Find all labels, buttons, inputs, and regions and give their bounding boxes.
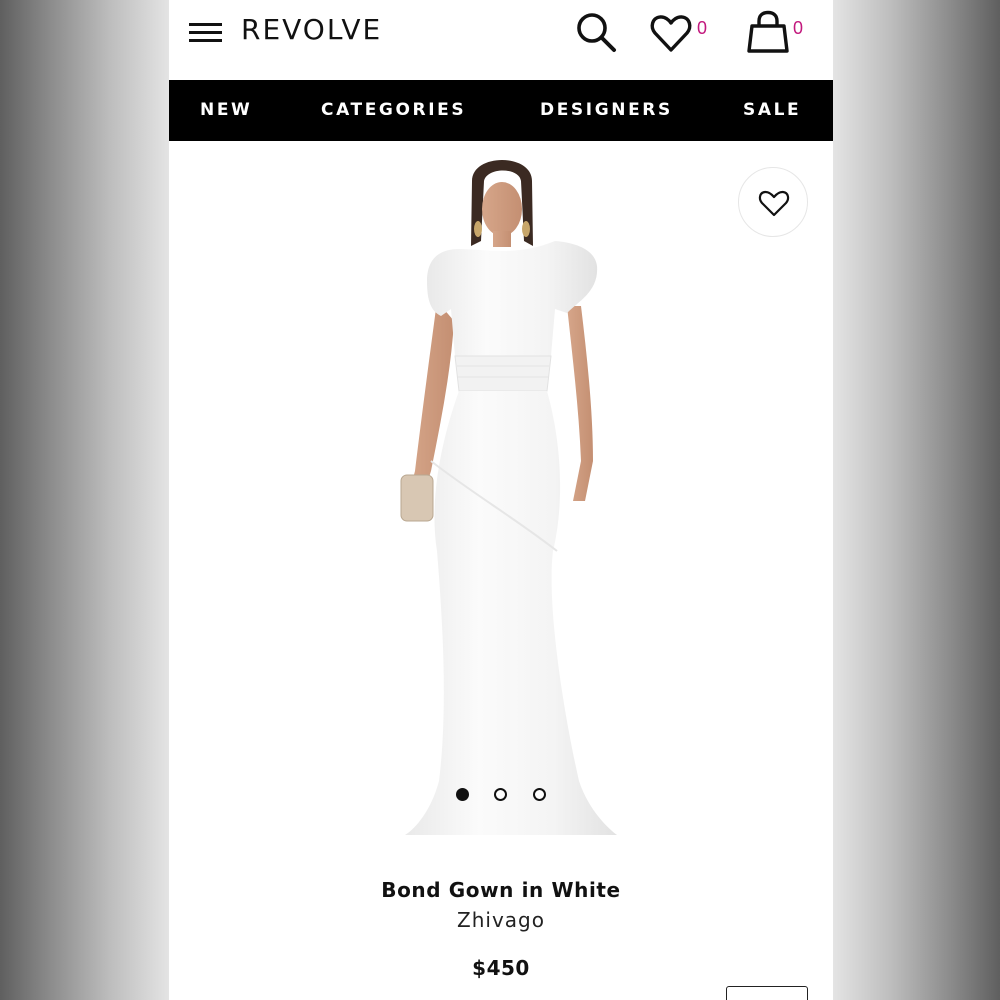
search-icon[interactable] — [574, 10, 618, 54]
model-in-white-gown-image — [400, 160, 617, 835]
bag-count: 0 — [793, 18, 804, 38]
product-designer-link[interactable]: Zhivago — [169, 908, 833, 932]
nav-item-new[interactable]: NEW — [200, 100, 252, 120]
top-header: REVOLVE 0 0 — [169, 0, 833, 80]
size-select-partial[interactable] — [726, 986, 808, 1000]
nav-item-sale[interactable]: SALE — [743, 100, 801, 120]
wishlist-count: 0 — [697, 18, 708, 38]
heart-icon — [758, 190, 790, 217]
carousel-dot-3[interactable] — [533, 788, 546, 801]
nav-item-categories[interactable]: CATEGORIES — [321, 100, 466, 120]
product-image[interactable] — [169, 141, 833, 853]
bag-icon[interactable] — [747, 10, 789, 54]
wishlist-heart-icon[interactable] — [649, 12, 693, 54]
brand-logo[interactable]: REVOLVE — [241, 13, 382, 46]
background-right — [833, 0, 1000, 1000]
nav-item-designers[interactable]: DESIGNERS — [540, 100, 673, 120]
phone-screen: REVOLVE 0 0 NEW CATEGORIES DESIGNERS SAL… — [169, 0, 833, 1000]
menu-icon[interactable] — [189, 21, 223, 43]
product-price: $450 — [472, 956, 530, 980]
carousel-dot-2[interactable] — [494, 788, 507, 801]
background-left — [0, 0, 169, 1000]
image-carousel-dots — [169, 788, 833, 804]
favorite-button[interactable] — [738, 167, 808, 237]
carousel-dot-1[interactable] — [456, 788, 469, 801]
product-title: Bond Gown in White — [381, 878, 621, 902]
main-nav: NEW CATEGORIES DESIGNERS SALE — [169, 80, 833, 141]
